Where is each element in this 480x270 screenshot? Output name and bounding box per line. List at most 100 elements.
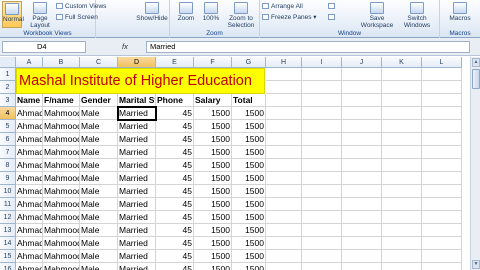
normal-view-button[interactable]: Normal [2, 1, 24, 28]
data-cell[interactable]: Male [80, 146, 118, 159]
data-cell[interactable]: 1500 [232, 172, 266, 185]
data-cell[interactable]: 1500 [194, 250, 232, 263]
data-cell[interactable]: 45 [156, 198, 194, 211]
cell-l6[interactable] [422, 133, 462, 146]
cell-k4[interactable] [382, 107, 422, 120]
cell-l3[interactable] [422, 94, 462, 107]
vertical-scrollbar[interactable]: ▲ ▼ [470, 57, 480, 270]
cell-k5[interactable] [382, 120, 422, 133]
freeze-panes-button[interactable]: Freeze Panes ▾ [262, 14, 317, 22]
zoom-button[interactable]: Zoom [174, 1, 198, 28]
cell-k8[interactable] [382, 159, 422, 172]
cell-k9[interactable] [382, 172, 422, 185]
column-header-l[interactable]: L [422, 57, 462, 68]
row-header-9[interactable]: 9 [0, 172, 16, 185]
cell-j12[interactable] [342, 211, 382, 224]
row-header-12[interactable]: 12 [0, 211, 16, 224]
data-cell[interactable]: Married [118, 237, 156, 250]
cell-h13[interactable] [266, 224, 302, 237]
cell-i2[interactable] [302, 81, 342, 94]
cell-h11[interactable] [266, 198, 302, 211]
column-label-cell[interactable]: F/name [43, 94, 80, 107]
data-cell[interactable]: Male [80, 172, 118, 185]
column-header-j[interactable]: J [342, 57, 382, 68]
data-cell[interactable]: Ahmad [16, 185, 43, 198]
data-cell[interactable]: 1500 [194, 120, 232, 133]
data-cell[interactable]: 1500 [194, 198, 232, 211]
row-header-8[interactable]: 8 [0, 159, 16, 172]
cell-l10[interactable] [422, 185, 462, 198]
cell-j6[interactable] [342, 133, 382, 146]
data-cell[interactable]: Male [80, 159, 118, 172]
data-cell[interactable]: 45 [156, 250, 194, 263]
hide-button[interactable] [328, 14, 337, 22]
cell-k10[interactable] [382, 185, 422, 198]
cell-h4[interactable] [266, 107, 302, 120]
data-cell[interactable]: 45 [156, 224, 194, 237]
cell-i9[interactable] [302, 172, 342, 185]
column-label-cell[interactable]: Gender [80, 94, 118, 107]
data-cell[interactable]: Male [80, 211, 118, 224]
cell-l11[interactable] [422, 198, 462, 211]
scroll-up-icon[interactable]: ▲ [472, 58, 480, 67]
data-cell[interactable]: 45 [156, 185, 194, 198]
cell-k1[interactable] [382, 68, 422, 81]
cell-h15[interactable] [266, 250, 302, 263]
data-cell[interactable]: Married [118, 146, 156, 159]
column-header-a[interactable]: A [16, 57, 43, 68]
cell-h10[interactable] [266, 185, 302, 198]
row-header-6[interactable]: 6 [0, 133, 16, 146]
data-cell[interactable]: Married [118, 250, 156, 263]
data-cell[interactable]: Ahmad [16, 107, 43, 120]
data-cell[interactable]: 1500 [232, 146, 266, 159]
column-label-cell[interactable]: Marital St [118, 94, 156, 107]
cell-i12[interactable] [302, 211, 342, 224]
data-cell[interactable]: Ahmad [16, 159, 43, 172]
page-layout-button[interactable]: Page Layout [28, 1, 52, 29]
column-label-cell[interactable]: Phone [156, 94, 194, 107]
split-button[interactable] [328, 3, 337, 11]
arrange-all-button[interactable]: Arrange All [262, 3, 303, 11]
cell-l16[interactable] [422, 263, 462, 270]
cell-j3[interactable] [342, 94, 382, 107]
data-cell[interactable]: Married [118, 172, 156, 185]
scroll-down-icon[interactable]: ▼ [472, 260, 480, 269]
cell-l5[interactable] [422, 120, 462, 133]
data-cell[interactable]: Married [118, 198, 156, 211]
data-cell[interactable]: 1500 [232, 159, 266, 172]
cell-j10[interactable] [342, 185, 382, 198]
row-header-10[interactable]: 10 [0, 185, 16, 198]
column-header-c[interactable]: C [80, 57, 118, 68]
data-cell[interactable]: 1500 [232, 198, 266, 211]
data-cell[interactable]: 1500 [232, 120, 266, 133]
row-header-11[interactable]: 11 [0, 198, 16, 211]
cell-i7[interactable] [302, 146, 342, 159]
data-cell[interactable]: 1500 [232, 237, 266, 250]
cell-j9[interactable] [342, 172, 382, 185]
show-hide-button[interactable]: Show/Hide [136, 1, 168, 28]
column-header-d[interactable]: D [118, 57, 156, 68]
data-cell[interactable]: Male [80, 185, 118, 198]
cell-i3[interactable] [302, 94, 342, 107]
column-header-g[interactable]: G [232, 57, 266, 68]
cell-j14[interactable] [342, 237, 382, 250]
data-cell[interactable]: 1500 [232, 224, 266, 237]
data-cell[interactable]: Married [118, 224, 156, 237]
row-header-3[interactable]: 3 [0, 94, 16, 107]
row-header-16[interactable]: 16 [0, 263, 16, 270]
data-cell[interactable]: Ahmad [16, 146, 43, 159]
data-cell[interactable]: Mahmood [43, 211, 80, 224]
column-label-cell[interactable]: Salary [194, 94, 232, 107]
cell-l15[interactable] [422, 250, 462, 263]
data-cell[interactable]: Mahmood [43, 263, 80, 270]
cell-h3[interactable] [266, 94, 302, 107]
data-cell[interactable]: 1500 [194, 211, 232, 224]
zoom-100-button[interactable]: 100% [200, 1, 222, 28]
cell-l4[interactable] [422, 107, 462, 120]
name-box[interactable]: D4 [2, 41, 86, 53]
data-cell[interactable]: Ahmad [16, 120, 43, 133]
column-header-k[interactable]: K [382, 57, 422, 68]
data-cell[interactable]: 1500 [194, 133, 232, 146]
cell-l8[interactable] [422, 159, 462, 172]
column-header-h[interactable]: H [266, 57, 302, 68]
